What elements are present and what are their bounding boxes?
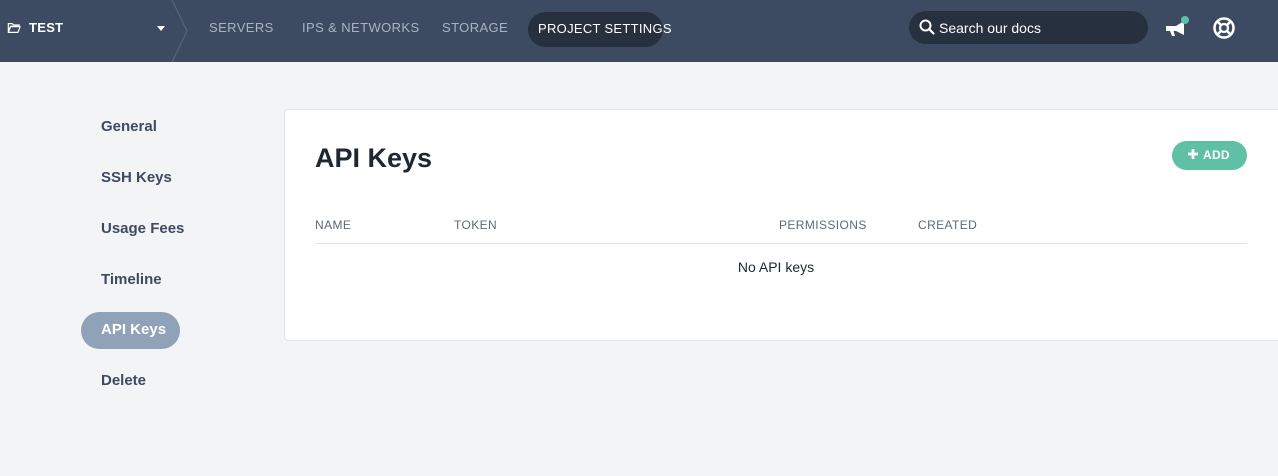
lifebuoy-icon xyxy=(1213,17,1235,39)
megaphone-icon xyxy=(1166,16,1189,36)
project-selector[interactable]: TEST xyxy=(0,0,188,62)
column-header-name: NAME xyxy=(315,218,352,232)
sidebar-item-usage-fees[interactable]: Usage Fees xyxy=(101,220,184,237)
sidebar-item-api-keys[interactable]: API Keys xyxy=(81,312,180,349)
add-button-label: ADD xyxy=(1203,148,1230,162)
table-header-divider xyxy=(315,243,1247,244)
caret-down-icon xyxy=(157,26,165,31)
sidebar-item-general[interactable]: General xyxy=(101,118,157,135)
nav-tab-project-settings[interactable]: PROJECT SETTINGS xyxy=(528,12,672,47)
folder-icon xyxy=(7,23,21,33)
nav-tab-servers[interactable]: SERVERS xyxy=(209,20,274,35)
column-header-token: TOKEN xyxy=(454,218,498,232)
search-icon xyxy=(919,19,935,35)
announcements-button[interactable] xyxy=(1163,15,1191,39)
empty-state-message: No API keys xyxy=(737,259,815,275)
docs-search[interactable] xyxy=(909,11,1148,44)
project-name: TEST xyxy=(29,20,64,35)
sidebar-item-timeline[interactable]: Timeline xyxy=(101,271,162,288)
column-header-permissions: PERMISSIONS xyxy=(779,218,867,232)
search-input[interactable] xyxy=(939,17,1139,38)
nav-tab-storage[interactable]: STORAGE xyxy=(442,20,508,35)
api-keys-panel: API Keys ADD NAME TOKEN PERMISSIONS CREA… xyxy=(284,109,1278,341)
sidebar-item-ssh-keys[interactable]: SSH Keys xyxy=(101,169,172,186)
nav-tab-label: PROJECT SETTINGS xyxy=(538,21,672,36)
sidebar-item-label: API Keys xyxy=(101,321,167,338)
page-title: API Keys xyxy=(315,143,433,173)
add-api-key-button[interactable]: ADD xyxy=(1172,141,1247,170)
column-header-created: CREATED xyxy=(918,218,978,232)
top-navigation-bar: TEST SERVERS IPS & NETWORKS STORAGE PROJ… xyxy=(0,0,1278,62)
nav-tab-ips-networks[interactable]: IPS & NETWORKS xyxy=(302,20,420,35)
plus-icon xyxy=(1188,149,1198,159)
sidebar-item-delete[interactable]: Delete xyxy=(101,372,146,389)
breadcrumb-separator xyxy=(171,0,188,62)
help-button[interactable] xyxy=(1212,16,1236,40)
